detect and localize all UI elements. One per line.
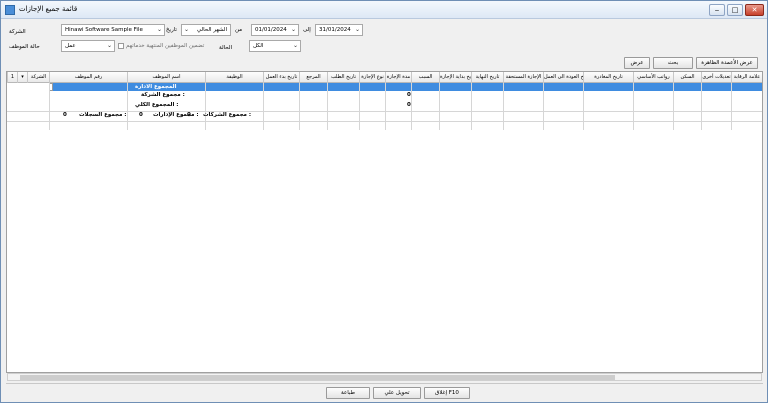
col-leave-type[interactable]: نوع الإجازة — [359, 72, 385, 83]
col-reason[interactable]: السبب — [411, 72, 439, 83]
grid-divider — [543, 83, 544, 130]
bottom-bar: طباعة تحويل علي إغلاق F10 — [6, 383, 763, 401]
to-label: إلى — [303, 27, 311, 33]
status-label: الحالة — [219, 45, 233, 51]
chevron-down-icon: ⌄ — [156, 26, 163, 33]
grid-divider — [731, 83, 732, 130]
col-employee-name[interactable]: اسم الموظف — [127, 72, 205, 83]
window-title: قائمة جميع الإجازات — [19, 5, 78, 13]
search-button[interactable]: بحث — [653, 57, 693, 69]
grid-divider — [7, 121, 762, 122]
grid-divider — [673, 83, 674, 130]
companies-total-label: مجموع الشركات : — [203, 112, 252, 118]
col-other-adjustments[interactable]: تعديلات أخرى — [701, 72, 731, 83]
col-departure-date[interactable]: تاريخ المغادرة — [583, 72, 633, 83]
employee-status-label: حالة الموظف — [9, 44, 40, 50]
grid-divider — [205, 83, 206, 130]
print-button[interactable]: طباعة — [326, 387, 370, 399]
status-select[interactable]: الكل ⌄ — [249, 40, 301, 52]
company-label: الشركة — [9, 29, 26, 35]
grid-divider — [633, 83, 634, 130]
col-control-mark[interactable]: علامة الرقابة — [731, 72, 762, 83]
company-select-value: Hinawi Software Sample File — [65, 27, 143, 33]
status-select-value: الكل — [253, 43, 264, 49]
grand-total-label: المجموع الكلي : — [135, 102, 179, 108]
grid-divider — [359, 83, 360, 130]
include-terminated-checkbox[interactable] — [118, 43, 124, 49]
grid-divider — [411, 83, 412, 130]
company-select[interactable]: Hinawi Software Sample File ⌄ — [61, 24, 165, 36]
include-terminated-label: تضمين الموظفين المنتهية خدماتهم — [126, 43, 205, 49]
col-basic-salary[interactable]: رواتب الأساسي — [633, 72, 673, 83]
grid-header: 1 ▾ الشركة رقم الموظف اسم الموظف الوظيفة… — [7, 72, 762, 83]
departments-total-value: 0 — [139, 112, 143, 118]
employee-status-value: عمل — [65, 43, 76, 49]
chevron-down-icon: ⌄ — [183, 26, 190, 33]
chevron-down-icon: ⌄ — [290, 26, 297, 33]
col-request-date[interactable]: تاريخ الطلب — [327, 72, 359, 83]
close-window-button[interactable]: ✕ — [745, 4, 764, 16]
grid-divider — [385, 83, 386, 130]
period-select-value: الشهر الحالي — [196, 27, 227, 33]
horizontal-scrollbar[interactable] — [7, 373, 762, 381]
date-label: تاريخ — [166, 27, 177, 33]
grid-divider — [263, 83, 264, 130]
records-total-label: مجموع السجلات : — [79, 112, 127, 118]
chevron-down-icon: ⌄ — [354, 26, 361, 33]
scrollbar-thumb[interactable] — [20, 375, 615, 380]
leaves-grid[interactable]: 1 ▾ الشركة رقم الموظف اسم الموظف الوظيفة… — [6, 71, 763, 373]
employee-status-select[interactable]: عمل ⌄ — [61, 40, 115, 52]
grid-divider — [299, 83, 300, 130]
to-date-picker[interactable]: 31/01/2024 ⌄ — [315, 24, 363, 36]
col-leave-start[interactable]: تاريخ بداية الإجازة — [439, 72, 471, 83]
grid-divider — [127, 83, 128, 130]
app-icon — [5, 5, 15, 15]
grid-divider — [701, 83, 702, 130]
col-housing[interactable]: السكن — [673, 72, 701, 83]
row-indicator-header[interactable]: 1 — [7, 72, 17, 83]
export-button[interactable]: تحويل علي — [373, 387, 421, 399]
to-date-value: 31/01/2024 — [319, 27, 351, 33]
show-button[interactable]: عرض — [624, 57, 650, 69]
col-leave-duration[interactable]: مدة الإجازة — [385, 72, 411, 83]
col-work-start[interactable]: تاريخ بدء العمل — [263, 72, 299, 83]
col-employee-no[interactable]: رقم الموظف — [49, 72, 127, 83]
col-company[interactable]: الشركة — [27, 72, 49, 83]
col-end-date[interactable]: تاريخ النهاية — [471, 72, 503, 83]
from-label: من — [235, 27, 243, 33]
grid-divider — [439, 83, 440, 130]
from-date-picker[interactable]: 01/01/2024 ⌄ — [251, 24, 299, 36]
dept-total-label: المجموع الادارة — [135, 84, 177, 90]
grand-total-value: 0 — [407, 102, 411, 108]
col-return-date[interactable]: تاريخ العودة الى العمل — [543, 72, 583, 83]
chevron-down-icon: ⌄ — [106, 42, 113, 49]
company-total-label: مجموع الشركة : — [141, 92, 185, 98]
grid-divider — [583, 83, 584, 130]
minimize-button[interactable]: ‒ — [709, 4, 725, 16]
show-columns-button[interactable]: عرض الأعمدة الظاهرة — [696, 57, 758, 69]
grid-divider — [327, 83, 328, 130]
grid-divider — [471, 83, 472, 130]
title-bar: قائمة جميع الإجازات ‒ □ ✕ — [1, 1, 767, 19]
from-date-value: 01/01/2024 — [255, 27, 287, 33]
col-job[interactable]: الوظيفة — [205, 72, 263, 83]
grid-divider — [503, 83, 504, 130]
records-total-value: 0 — [63, 112, 67, 118]
main-window: قائمة جميع الإجازات ‒ □ ✕ الشركة Hinawi … — [0, 0, 768, 403]
close-f10-button[interactable]: إغلاق F10 — [424, 387, 470, 399]
departments-total-label: مجموع الإدارات : — [153, 112, 199, 118]
chevron-down-icon: ⌄ — [292, 42, 299, 49]
col-reference[interactable]: المرجع — [299, 72, 327, 83]
period-select[interactable]: ⌄ الشهر الحالي — [181, 24, 231, 36]
col-leave-due[interactable]: الإجازة المستحقة — [503, 72, 543, 83]
maximize-button[interactable]: □ — [727, 4, 743, 16]
filter-icon[interactable]: ▾ — [17, 72, 27, 83]
company-total-value: 0 — [407, 92, 411, 98]
grid-divider — [49, 83, 50, 130]
